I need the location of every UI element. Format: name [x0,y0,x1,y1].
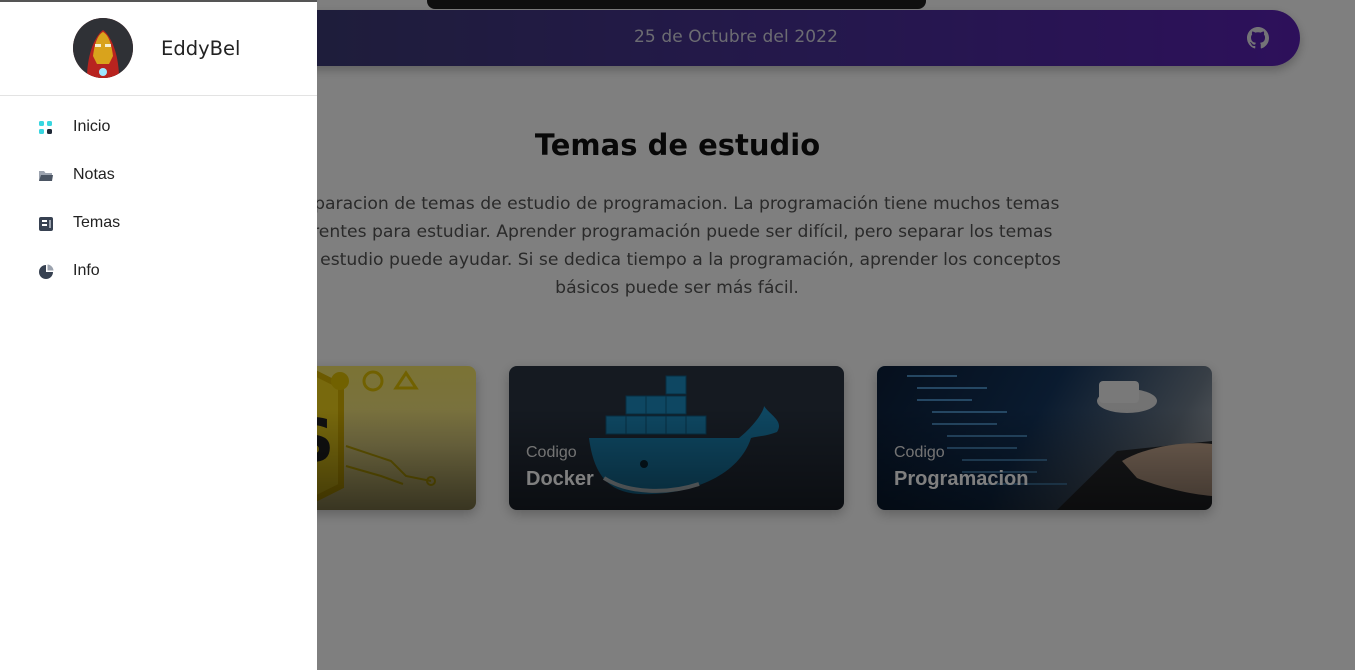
book-icon [39,217,53,231]
nav-item-info[interactable]: Info [0,252,317,292]
side-drawer: EddyBel Inicio Notas Temas Info [0,0,317,670]
nav-label: Info [73,262,100,279]
nav-item-temas[interactable]: Temas [0,204,317,244]
nav-item-inicio[interactable]: Inicio [0,108,317,148]
grid-icon [39,121,52,134]
ironman-avatar-image [73,18,133,78]
folder-icon [39,171,53,181]
username: EddyBel [161,37,241,60]
drawer-header: EddyBel [0,2,317,96]
nav-label: Inicio [73,118,111,135]
avatar[interactable] [73,18,133,78]
nav-item-notas[interactable]: Notas [0,156,317,196]
nav-label: Temas [73,214,121,231]
nav-label: Notas [73,166,115,183]
pie-chart-icon [39,264,54,279]
